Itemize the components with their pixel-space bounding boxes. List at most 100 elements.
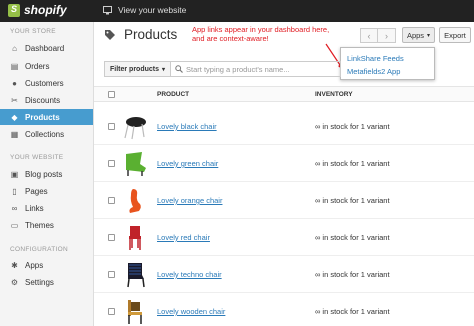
page-icon: ▯: [12, 186, 17, 196]
sidebar-item-products[interactable]: ◆ Products: [0, 109, 93, 125]
product-name-link[interactable]: Lovely techno chair: [157, 270, 222, 279]
table-row: Lovely green chair ∞ in stock for 1 vari…: [94, 146, 474, 182]
sidebar-section-website: YOUR WEBSITE: [10, 154, 64, 161]
shopping-bag-icon: [8, 3, 20, 17]
row-checkbox[interactable]: [108, 197, 115, 204]
shopify-logo[interactable]: shopify: [8, 3, 67, 17]
inventory-text: ∞ in stock for 1 variant: [315, 270, 390, 279]
table-row: Lovely orange chair ∞ in stock for 1 var…: [94, 183, 474, 219]
row-checkbox[interactable]: [108, 123, 115, 130]
row-checkbox[interactable]: [108, 160, 115, 167]
page-title: Products: [104, 27, 177, 42]
annotation-text: App links appear in your dashboard here,…: [192, 25, 330, 43]
logo-text: shopify: [24, 3, 67, 17]
sidebar-section-configuration: CONFIGURATION: [10, 246, 68, 253]
product-search-input[interactable]: Start typing a product's name...: [171, 61, 342, 77]
sidebar-item-label: Products: [25, 112, 60, 122]
link-icon: ∞: [11, 203, 18, 213]
search-icon: [175, 65, 183, 73]
menu-item-metafields2-app[interactable]: Metafields2 App: [347, 67, 400, 76]
sidebar-item-customers[interactable]: ● Customers: [0, 75, 93, 91]
sidebar-item-label: Customers: [25, 78, 64, 88]
user-icon: ●: [12, 78, 17, 88]
sidebar-item-label: Blog posts: [25, 169, 63, 179]
page-title-text: Products: [124, 27, 178, 42]
tag-icon: [105, 29, 115, 40]
sidebar-item-settings[interactable]: ⚙ Settings: [0, 274, 93, 290]
sidebar-item-orders[interactable]: ▤ Orders: [0, 58, 93, 74]
sidebar-item-dashboard[interactable]: ⌂ Dashboard: [0, 40, 93, 56]
sidebar-item-label: Links: [25, 203, 44, 213]
view-website-label: View your website: [118, 5, 187, 15]
menu-item-linkshare-feeds[interactable]: LinkShare Feeds: [347, 54, 404, 63]
product-thumbnail[interactable]: [120, 187, 150, 215]
table-header: PRODUCT INVENTORY: [94, 86, 474, 102]
filter-button-label: Filter products: [110, 65, 160, 73]
row-checkbox[interactable]: [108, 271, 115, 278]
product-thumbnail[interactable]: [120, 298, 150, 326]
previous-button[interactable]: ‹: [360, 28, 378, 43]
sidebar: YOUR STORE ⌂ Dashboard ▤ Orders ● Customers…: [0, 22, 94, 326]
top-bar: shopify View your website: [0, 0, 474, 22]
product-thumbnail[interactable]: [120, 224, 150, 252]
inbox-icon: ▤: [10, 61, 19, 71]
main-content: Products App links appear in your dashbo…: [94, 22, 474, 326]
select-all-checkbox[interactable]: [108, 91, 115, 98]
next-button[interactable]: ›: [378, 28, 396, 43]
product-name-link[interactable]: Lovely green chair: [157, 159, 218, 168]
product-thumbnail[interactable]: [120, 150, 150, 178]
sidebar-item-label: Dashboard: [25, 43, 65, 53]
sidebar-item-blog-posts[interactable]: ▣ Blog posts: [0, 166, 93, 182]
product-name-link[interactable]: Lovely orange chair: [157, 196, 222, 205]
collection-icon: ▦: [10, 129, 19, 139]
inventory-text: ∞ in stock for 1 variant: [315, 122, 390, 131]
apps-button[interactable]: Apps ▾: [402, 27, 435, 43]
filter-bar: Filter products ▾ Start typing a product…: [104, 61, 342, 77]
column-header-product[interactable]: PRODUCT: [157, 91, 189, 98]
chevron-right-icon: ›: [385, 30, 388, 41]
row-checkbox[interactable]: [108, 308, 115, 315]
view-website-link[interactable]: View your website: [103, 5, 186, 15]
sidebar-item-collections[interactable]: ▦ Collections: [0, 126, 93, 142]
export-button[interactable]: Export: [439, 27, 471, 43]
product-name-link[interactable]: Lovely black chair: [157, 122, 217, 131]
monitor-icon: [103, 5, 112, 14]
inventory-text: ∞ in stock for 1 variant: [315, 196, 390, 205]
sidebar-item-discounts[interactable]: ✂ Discounts: [0, 92, 93, 108]
inventory-text: ∞ in stock for 1 variant: [315, 307, 390, 316]
sidebar-item-themes[interactable]: ▭ Themes: [0, 217, 93, 233]
gear-icon: ⚙: [10, 277, 19, 287]
sidebar-section-store: YOUR STORE: [10, 28, 56, 35]
caret-down-icon: ▾: [427, 32, 431, 39]
table-row: Lovely black chair ∞ in stock for 1 vari…: [94, 109, 474, 145]
search-placeholder: Start typing a product's name...: [186, 64, 290, 74]
sidebar-item-links[interactable]: ∞ Links: [0, 200, 93, 216]
apps-dropdown-menu: LinkShare Feeds Metafields2 App: [340, 47, 435, 80]
sidebar-item-apps[interactable]: ✱ Apps: [0, 257, 93, 273]
filter-products-button[interactable]: Filter products ▾: [104, 61, 172, 77]
blog-icon: ▣: [10, 169, 19, 179]
sidebar-item-label: Settings: [25, 277, 54, 287]
sidebar-item-label: Apps: [25, 260, 44, 270]
sidebar-item-label: Collections: [25, 129, 65, 139]
product-name-link[interactable]: Lovely wooden chair: [157, 307, 225, 316]
table-row: Lovely red chair ∞ in stock for 1 varian…: [94, 220, 474, 256]
row-checkbox[interactable]: [108, 234, 115, 241]
sidebar-item-label: Pages: [25, 186, 48, 196]
sidebar-item-pages[interactable]: ▯ Pages: [0, 183, 93, 199]
tag-icon: ◆: [11, 112, 18, 122]
table-row: Lovely wooden chair ∞ in stock for 1 var…: [94, 294, 474, 326]
product-name-link[interactable]: Lovely red chair: [157, 233, 210, 242]
inventory-text: ∞ in stock for 1 variant: [315, 159, 390, 168]
inventory-text: ∞ in stock for 1 variant: [315, 233, 390, 242]
apps-button-label: Apps: [406, 30, 425, 40]
column-header-inventory[interactable]: INVENTORY: [315, 91, 353, 98]
product-thumbnail[interactable]: [120, 261, 150, 289]
home-icon: ⌂: [12, 43, 17, 53]
export-button-label: Export: [444, 30, 466, 40]
apps-icon: ✱: [11, 260, 18, 270]
sidebar-item-label: Orders: [25, 61, 50, 71]
product-thumbnail[interactable]: [120, 113, 150, 141]
pagination-buttons: ‹ ›: [360, 28, 396, 43]
sidebar-item-label: Discounts: [25, 95, 61, 105]
